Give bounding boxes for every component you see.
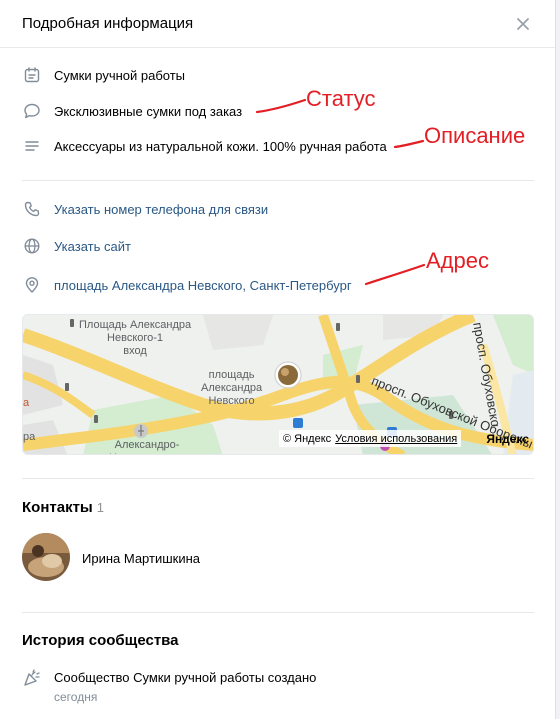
modal-header: Подробная информация — [0, 0, 555, 48]
map-label-entrance: Площадь Александра Невского-1 вход — [79, 319, 192, 357]
contacts-title: Контакты — [22, 499, 93, 516]
add-phone-link[interactable]: Указать номер телефона для связи — [54, 202, 268, 217]
party-popper-icon — [22, 668, 42, 693]
address-link[interactable]: площадь Александра Невского, Санкт-Петер… — [54, 278, 352, 293]
history-section-title: История сообщества — [22, 632, 179, 649]
map-label-square: площадь Александра Невского — [201, 369, 263, 407]
add-site-link[interactable]: Указать сайт — [54, 239, 131, 254]
info-row-address[interactable]: площадь Александра Невского, Санкт-Петер… — [22, 275, 352, 295]
info-row-status: Эксклюзивные сумки под заказ — [22, 101, 242, 121]
status-text: Эксклюзивные сумки под заказ — [54, 103, 243, 119]
info-row-site[interactable]: Указать сайт — [22, 236, 131, 256]
close-icon[interactable] — [513, 14, 533, 34]
community-name: Сумки ручной работы — [54, 67, 186, 83]
info-row-phone[interactable]: Указать номер телефона для связи — [22, 199, 268, 219]
description-text: Аксессуары из натуральной кожи. 100% руч… — [54, 138, 387, 154]
history-date: сегодня — [54, 690, 98, 704]
avatar[interactable] — [22, 533, 70, 581]
annotation-status: Статус — [306, 86, 376, 111]
map-copyright: © Яндекс — [283, 432, 332, 445]
yandex-logo: Яндекс — [486, 432, 529, 446]
map-label-left-ra: ра — [23, 431, 36, 443]
modal-title: Подробная информация — [22, 15, 194, 32]
divider — [22, 180, 534, 181]
contacts-section-title: Контакты 1 — [22, 499, 104, 516]
description-arrow — [393, 139, 425, 149]
map-label-left-a: а — [23, 397, 30, 409]
map-label-lavra: Александро- Невская лавра — [109, 439, 185, 454]
speech-bubble-icon — [22, 101, 42, 121]
annotation-description: Описание — [424, 123, 526, 148]
status-arrow — [255, 98, 307, 114]
address-arrow — [364, 263, 426, 286]
map-terms-link[interactable]: Условия использования — [335, 433, 457, 445]
divider — [22, 478, 534, 479]
phone-icon — [22, 199, 42, 219]
map-copyright-bar: © Яндекс Условия использования — [279, 430, 462, 447]
map[interactable]: Площадь Александра Невского-1 вход площа… — [22, 314, 534, 455]
annotation-address: Адрес — [426, 248, 489, 273]
location-pin-icon — [22, 275, 42, 295]
details-modal: Подробная информация Сумки ручной работы… — [0, 0, 556, 719]
divider — [22, 612, 534, 613]
contacts-count: 1 — [96, 500, 104, 515]
contact-name-link[interactable]: Ирина Мартишкина — [82, 551, 200, 566]
history-event: Сообщество Сумки ручной работы создано — [54, 670, 317, 685]
info-row-name: Сумки ручной работы — [22, 65, 185, 85]
info-row-description: Аксессуары из натуральной кожи. 100% руч… — [22, 136, 387, 156]
text-lines-icon — [22, 136, 42, 156]
calendar-icon — [22, 65, 42, 85]
globe-icon — [22, 236, 42, 256]
